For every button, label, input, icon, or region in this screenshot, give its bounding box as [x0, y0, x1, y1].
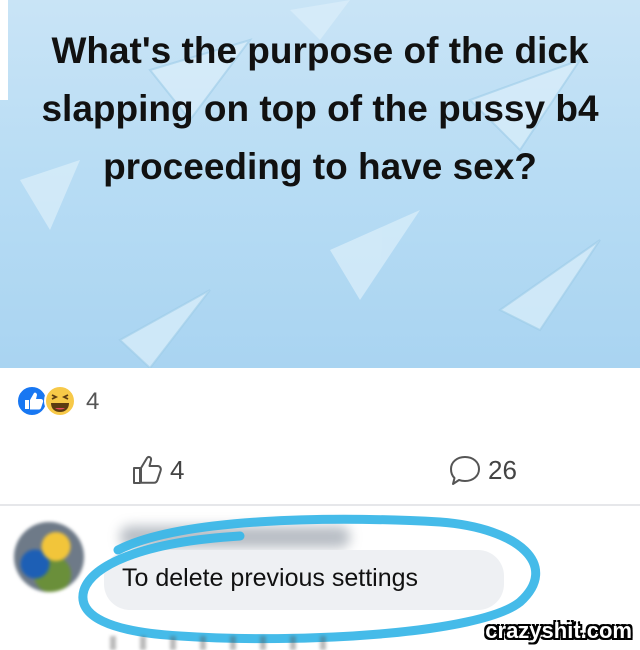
watermark-logo: crazyshit.com [485, 618, 632, 643]
haha-icon [44, 385, 76, 417]
avatar[interactable] [14, 522, 84, 592]
post-text: What's the purpose of the dick slapping … [41, 30, 599, 187]
like-count: 4 [170, 454, 185, 485]
comment-count: 26 [488, 454, 517, 485]
actions-row: 4 26 [0, 438, 640, 504]
thumbs-up-outline-icon [133, 455, 162, 484]
speech-bubble-icon [450, 456, 480, 485]
reaction-icons [16, 385, 76, 417]
like-icon [16, 385, 48, 417]
left-edge [0, 0, 8, 100]
like-button[interactable]: 4 [130, 450, 184, 490]
comment-button[interactable]: 26 [448, 450, 517, 490]
post-card: What's the purpose of the dick slapping … [0, 0, 640, 368]
comment-text: To delete previous settings [122, 564, 419, 592]
screenshot: What's the purpose of the dick slapping … [0, 0, 640, 650]
blurred-commenter-name [120, 526, 350, 548]
truncated-next-line [110, 636, 350, 650]
reaction-count: 4 [86, 388, 100, 415]
reactions-row[interactable]: 4 [0, 368, 640, 438]
